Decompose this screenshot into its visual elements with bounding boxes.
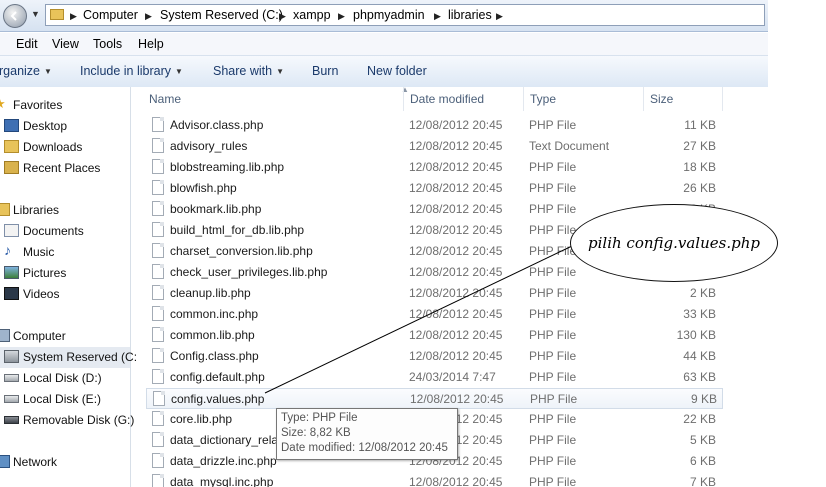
annotation-text: pilih config.values.php (588, 234, 760, 252)
